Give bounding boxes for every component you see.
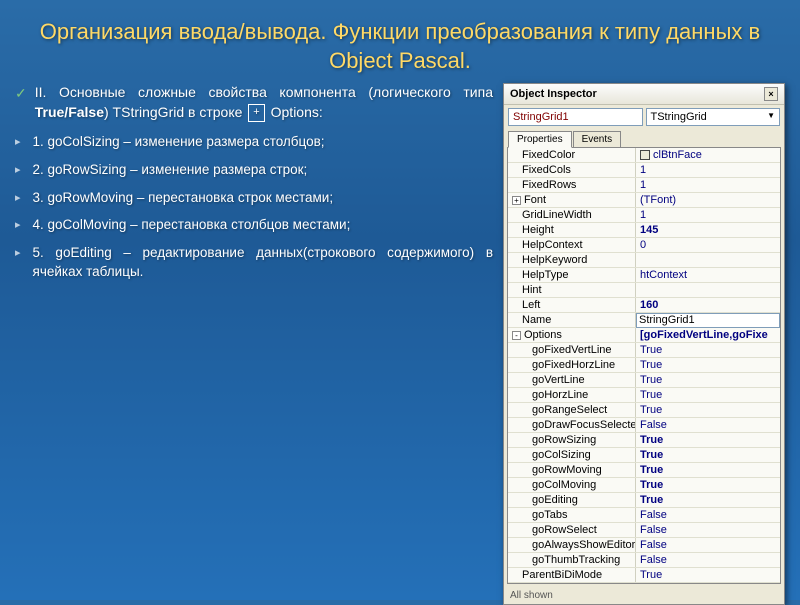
property-row[interactable]: goDrawFocusSelectedFalse (508, 418, 780, 433)
property-row[interactable]: HelpTypehtContext (508, 268, 780, 283)
check-icon: ✓ (15, 85, 27, 102)
arrow-icon: ▸ (15, 218, 21, 231)
property-row[interactable]: Height145 (508, 223, 780, 238)
list-item: 2. goRowSizing – изменение размера строк… (33, 160, 493, 180)
component-name-select[interactable]: StringGrid1 (508, 108, 643, 126)
arrow-icon: ▸ (15, 163, 21, 176)
property-row[interactable]: goEditingTrue (508, 493, 780, 508)
slide-body: ✓ II. Основные сложные свойства компонен… (15, 83, 503, 605)
property-row[interactable]: FixedColorclBtnFace (508, 148, 780, 163)
property-row[interactable]: Left160 (508, 298, 780, 313)
tab-properties[interactable]: Properties (508, 131, 572, 148)
property-row[interactable]: goThumbTrackingFalse (508, 553, 780, 568)
property-row[interactable]: -Options[goFixedVertLine,goFixe (508, 328, 780, 343)
property-row[interactable]: goTabsFalse (508, 508, 780, 523)
property-row[interactable]: ParentBiDiModeTrue (508, 568, 780, 583)
list-item: 5. goEditing – редактирование данных(стр… (33, 243, 493, 282)
property-row[interactable]: goColMovingTrue (508, 478, 780, 493)
property-row[interactable]: HelpKeyword (508, 253, 780, 268)
list-item: 3. goRowMoving – перестановка строк мест… (33, 188, 493, 208)
property-row[interactable]: goColSizingTrue (508, 448, 780, 463)
property-row[interactable]: HelpContext0 (508, 238, 780, 253)
property-row[interactable]: goRangeSelectTrue (508, 403, 780, 418)
arrow-icon: ▸ (15, 191, 21, 204)
plus-box-icon: + (248, 104, 264, 121)
property-row[interactable]: GridLineWidth1 (508, 208, 780, 223)
component-class-select[interactable]: TStringGrid▼ (646, 108, 781, 126)
color-swatch-icon (640, 150, 650, 160)
property-row[interactable]: goFixedVertLineTrue (508, 343, 780, 358)
inspector-titlebar: Object Inspector × (504, 84, 784, 105)
tab-events[interactable]: Events (573, 131, 622, 147)
property-row[interactable]: goHorzLineTrue (508, 388, 780, 403)
property-row[interactable]: Hint (508, 283, 780, 298)
main-bullet-text: II. Основные сложные свойства компонента… (35, 83, 493, 122)
slide-title: Организация ввода/вывода. Функции преобр… (0, 0, 800, 83)
property-row[interactable]: goRowSizingTrue (508, 433, 780, 448)
chevron-down-icon: ▼ (767, 111, 775, 123)
list-item: 4. goColMoving – перестановка столбцов м… (33, 215, 493, 235)
close-icon[interactable]: × (764, 87, 778, 101)
arrow-icon: ▸ (15, 246, 21, 259)
property-row[interactable]: goFixedHorzLineTrue (508, 358, 780, 373)
expand-icon[interactable]: + (512, 196, 521, 205)
inspector-tabs: Properties Events (504, 129, 784, 147)
property-row[interactable]: goVertLineTrue (508, 373, 780, 388)
property-row[interactable]: +Font(TFont) (508, 193, 780, 208)
property-row[interactable]: NameStringGrid1 (508, 313, 780, 328)
property-row[interactable]: FixedCols1 (508, 163, 780, 178)
property-row[interactable]: goAlwaysShowEditorFalse (508, 538, 780, 553)
inspector-title: Object Inspector (510, 88, 597, 100)
properties-grid: FixedColorclBtnFaceFixedCols1FixedRows1+… (507, 147, 781, 584)
inspector-status: All shown (504, 587, 784, 604)
property-row[interactable]: goRowMovingTrue (508, 463, 780, 478)
collapse-icon[interactable]: - (512, 331, 521, 340)
property-row[interactable]: goRowSelectFalse (508, 523, 780, 538)
list-item: 1. goColSizing – изменение размера столб… (33, 132, 493, 152)
object-inspector-panel: Object Inspector × StringGrid1 TStringGr… (503, 83, 785, 605)
arrow-icon: ▸ (15, 135, 21, 148)
property-row[interactable]: FixedRows1 (508, 178, 780, 193)
